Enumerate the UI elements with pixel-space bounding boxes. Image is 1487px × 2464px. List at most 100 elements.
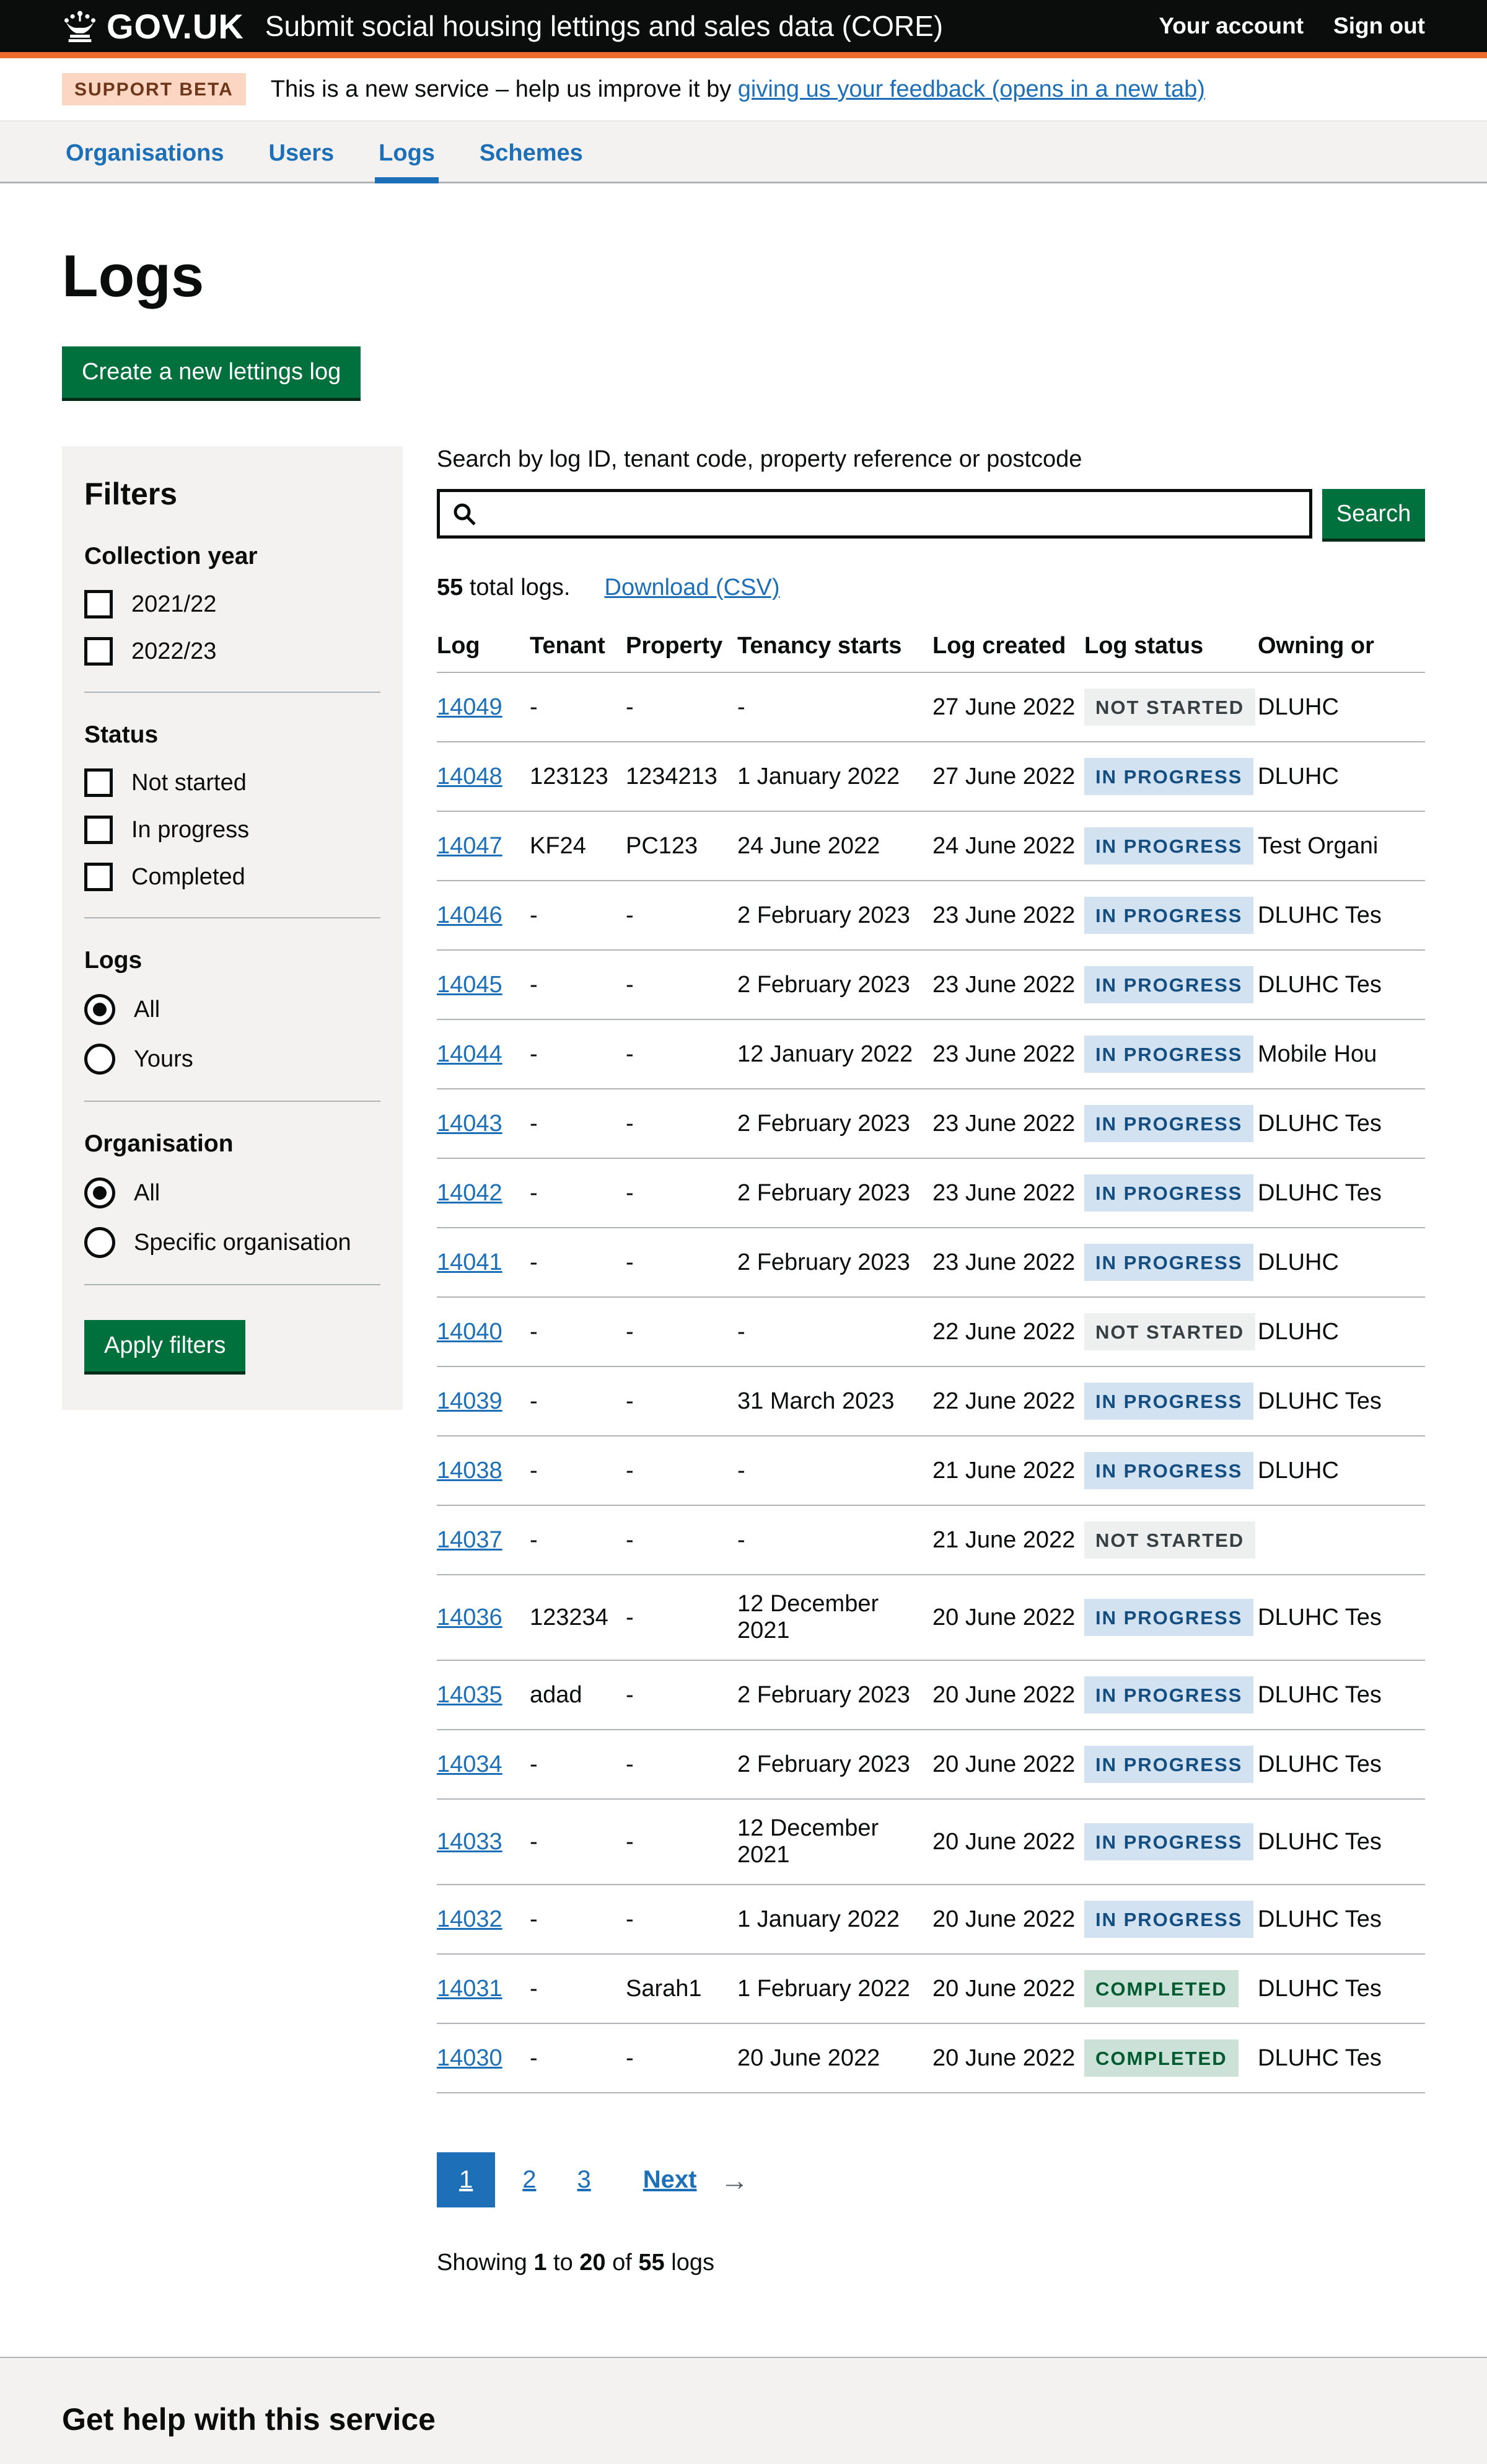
table-row: 14042 - - 2 February 2023 23 June 2022 I… [437,1159,1425,1228]
log-id-link[interactable]: 14049 [437,694,502,720]
tenancy-starts-cell: 2 February 2023 [737,1682,932,1709]
tenant-cell: - [530,1388,626,1415]
checkbox-label: Completed [131,864,245,891]
column-header-log-status: Log status [1084,633,1258,659]
search-button[interactable]: Search [1322,489,1425,539]
status-badge: IN PROGRESS [1084,897,1253,934]
table-row: 14033 - - 12 December 2021 20 June 2022 … [437,1800,1425,1885]
checkbox-icon[interactable] [84,816,113,844]
tenancy-starts-cell: - [737,1527,932,1554]
log-id-link[interactable]: 14042 [437,1180,502,1206]
create-lettings-log-button[interactable]: Create a new lettings log [62,346,361,398]
table-row: 14038 - - - 21 June 2022 IN PROGRESS DLU… [437,1437,1425,1506]
nav-users[interactable]: Users [265,121,338,183]
checkbox-not-started[interactable]: Not started [84,768,380,797]
column-header-tenant: Tenant [530,633,626,659]
log-id-link[interactable]: 14034 [437,1751,502,1777]
download-csv-link[interactable]: Download (CSV) [605,574,780,601]
sign-out-link[interactable]: Sign out [1333,13,1425,39]
status-label: Status [84,721,380,749]
radio-specific-organisation[interactable]: Specific organisation [84,1227,380,1258]
nav-schemes[interactable]: Schemes [476,121,587,183]
pagination-page-1-current[interactable]: 1 [437,2152,495,2207]
table-row: 14031 - Sarah1 1 February 2022 20 June 2… [437,1955,1425,2024]
property-cell: - [626,1829,737,1855]
status-badge: IN PROGRESS [1084,758,1253,795]
log-id-link[interactable]: 14044 [437,1041,502,1067]
log-created-cell: 23 June 2022 [932,1249,1084,1276]
property-cell: - [626,1751,737,1778]
owning-organisation-cell: DLUHC Tes [1258,2045,1444,2072]
service-name-link[interactable]: Submit social housing lettings and sales… [265,9,943,43]
tenant-cell: KF24 [530,833,626,860]
crown-icon [62,11,98,42]
tenancy-starts-cell: 1 February 2022 [737,1976,932,2002]
radio-icon[interactable] [84,1044,115,1075]
log-id-link[interactable]: 14033 [437,1829,502,1855]
property-cell: PC123 [626,833,737,860]
log-id-link[interactable]: 14041 [437,1249,502,1275]
pagination-page-2[interactable]: 2 [509,2152,550,2207]
log-id-link[interactable]: 14048 [437,763,502,790]
owning-organisation-cell: DLUHC Tes [1258,972,1444,998]
search-input[interactable] [440,492,1309,535]
checkbox-label: In progress [131,817,249,843]
radio-selected-icon[interactable] [84,1177,115,1208]
log-id-link[interactable]: 14045 [437,972,502,998]
radio-selected-icon[interactable] [84,994,115,1025]
log-id-link[interactable]: 14030 [437,2045,502,2071]
page: GOV.UK Submit social housing lettings an… [0,0,1487,2464]
status-badge: COMPLETED [1084,1970,1239,2007]
owning-organisation-cell: DLUHC Tes [1258,1906,1444,1933]
radio-icon[interactable] [84,1227,115,1258]
log-id-link[interactable]: 14046 [437,902,502,928]
apply-filters-button[interactable]: Apply filters [84,1320,245,1371]
status-badge: IN PROGRESS [1084,1676,1253,1714]
checkbox-icon[interactable] [84,637,113,666]
radio-logs-yours[interactable]: Yours [84,1044,380,1075]
log-id-link[interactable]: 14039 [437,1388,502,1414]
log-id-link[interactable]: 14040 [437,1319,502,1345]
checkbox-2021-22[interactable]: 2021/22 [84,590,380,618]
checkbox-in-progress[interactable]: In progress [84,816,380,844]
radio-logs-all[interactable]: All [84,994,380,1025]
search-box [437,489,1312,539]
owning-organisation-cell: DLUHC [1258,763,1444,790]
feedback-link[interactable]: giving us your feedback (opens in a new … [738,76,1205,102]
log-id-link[interactable]: 14035 [437,1682,502,1708]
property-cell: - [626,1041,737,1068]
log-id-link[interactable]: 14032 [437,1906,502,1932]
nav-logs[interactable]: Logs [375,121,439,183]
your-account-link[interactable]: Your account [1159,13,1304,39]
checkbox-completed[interactable]: Completed [84,863,380,891]
property-cell: - [626,972,737,998]
table-row: 14044 - - 12 January 2022 23 June 2022 I… [437,1020,1425,1089]
tenant-cell: - [530,1249,626,1276]
log-id-link[interactable]: 14043 [437,1111,502,1137]
tenancy-starts-cell: 2 February 2023 [737,972,932,998]
owning-organisation-cell: DLUHC Tes [1258,1180,1444,1207]
checkbox-icon[interactable] [84,768,113,797]
status-badge: IN PROGRESS [1084,966,1253,1003]
log-id-link[interactable]: 14036 [437,1604,502,1630]
radio-organisation-all[interactable]: All [84,1177,380,1208]
nav-organisations[interactable]: Organisations [62,121,228,183]
pagination-page-3[interactable]: 3 [564,2152,605,2207]
log-id-link[interactable]: 14037 [437,1527,502,1553]
pagination-next[interactable]: Next [629,2152,711,2207]
property-cell: - [626,1249,737,1276]
govuk-logo-link[interactable]: GOV.UK [62,6,244,46]
log-id-link[interactable]: 14031 [437,1976,502,2002]
property-cell: - [626,1180,737,1207]
property-cell: - [626,1111,737,1137]
checkbox-2022-23[interactable]: 2022/23 [84,637,380,666]
log-id-link[interactable]: 14047 [437,833,502,859]
tenant-cell: - [530,1180,626,1207]
total-logs-count: 55 total logs. [437,574,571,601]
column-header-log-created: Log created [932,633,1084,659]
logs-table: Log Tenant Property Tenancy starts Log c… [437,623,1425,2093]
checkbox-icon[interactable] [84,863,113,891]
tenancy-starts-cell: 1 January 2022 [737,763,932,790]
log-id-link[interactable]: 14038 [437,1458,502,1484]
checkbox-icon[interactable] [84,590,113,618]
